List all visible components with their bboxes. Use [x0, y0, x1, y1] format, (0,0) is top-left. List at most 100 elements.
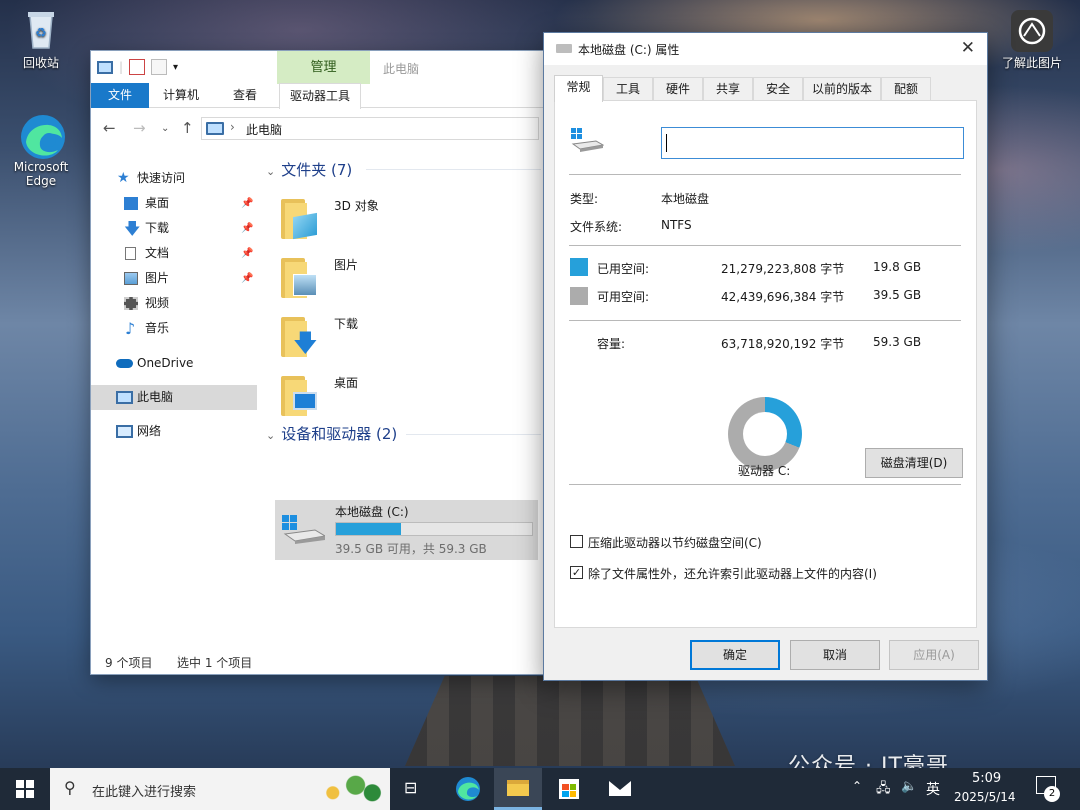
- sidebar-item-documents[interactable]: 文档 📌: [91, 241, 257, 266]
- tab-sharing[interactable]: 共享: [703, 77, 753, 101]
- recycle-bin-shortcut[interactable]: ♻ 回收站: [6, 6, 76, 71]
- taskbar-store[interactable]: [545, 768, 593, 810]
- chevron-up-icon[interactable]: ⌃: [852, 779, 862, 793]
- folder-desktop[interactable]: 桌面: [281, 368, 421, 424]
- cancel-button[interactable]: 取消: [790, 640, 880, 670]
- sidebar-item-quick-access[interactable]: ★ 快速访问: [91, 166, 257, 191]
- ok-button[interactable]: 确定: [690, 640, 780, 670]
- navigation-pane: ★ 快速访问 桌面 📌 🡇 下载 📌 文档 📌 图片 📌 视频 ♪ 音乐 One…: [91, 161, 257, 601]
- status-bar: 9 个项目 | 选中 1 个项目: [91, 648, 547, 674]
- learn-image-label: 了解此图片: [1001, 56, 1062, 70]
- taskbar-search-box[interactable]: ⚲ 在此键入进行搜索: [50, 768, 390, 810]
- used-space-gb: 19.8 GB: [873, 260, 922, 274]
- sidebar-item-downloads[interactable]: 🡇 下载 📌: [91, 216, 257, 241]
- taskbar-mail[interactable]: [596, 768, 644, 810]
- drive-usage-bar: [335, 522, 533, 536]
- up-arrow-icon[interactable]: ↑: [181, 119, 194, 137]
- sidebar-item-videos[interactable]: 视频: [91, 291, 257, 316]
- tab-tools[interactable]: 工具: [603, 77, 653, 101]
- dialog-titlebar[interactable]: 本地磁盘 (C:) 属性 ✕: [544, 33, 987, 65]
- tab-view[interactable]: 查看: [223, 83, 267, 108]
- index-contents-label[interactable]: 除了文件属性外，还允许索引此驱动器上文件的内容(I): [588, 565, 877, 582]
- drive-icon: [570, 127, 605, 155]
- sidebar-item-label: 下载: [145, 221, 170, 235]
- edge-icon: [456, 777, 480, 801]
- disk-cleanup-button[interactable]: 磁盘清理(D): [865, 448, 963, 478]
- compress-drive-label[interactable]: 压缩此驱动器以节约磁盘空间(C): [588, 534, 762, 551]
- index-contents-checkbox[interactable]: ✓: [570, 566, 583, 579]
- pin-icon[interactable]: 📌: [241, 241, 253, 266]
- capacity-gb: 59.3 GB: [873, 335, 922, 349]
- tab-hardware[interactable]: 硬件: [653, 77, 703, 101]
- pc-icon[interactable]: [97, 60, 113, 74]
- folders-group-header[interactable]: ⌄ 文件夹 (7): [266, 159, 352, 180]
- ime-indicator[interactable]: 英: [926, 779, 940, 799]
- sidebar-item-this-pc[interactable]: 此电脑: [91, 385, 257, 410]
- window-title: 此电脑: [383, 62, 420, 76]
- pictures-icon: [293, 274, 317, 296]
- network-icon[interactable]: 🖧: [876, 779, 891, 801]
- tab-security[interactable]: 安全: [753, 77, 803, 101]
- type-value: 本地磁盘: [661, 192, 710, 206]
- close-icon[interactable]: ✕: [961, 38, 975, 58]
- compress-drive-checkbox[interactable]: [570, 535, 583, 548]
- clock-time[interactable]: 5:09: [972, 771, 1001, 786]
- devices-group-header[interactable]: ⌄ 设备和驱动器 (2): [266, 423, 397, 444]
- tab-computer[interactable]: 计算机: [153, 83, 209, 108]
- tab-file[interactable]: 文件: [91, 83, 149, 108]
- drive-c-tile[interactable]: 本地磁盘 (C:) 39.5 GB 可用，共 59.3 GB: [275, 500, 538, 560]
- manage-context-tab[interactable]: 管理: [277, 51, 370, 84]
- drive-icon: [556, 44, 572, 53]
- address-bar[interactable]: › 此电脑: [201, 117, 539, 140]
- download-icon: 🡇: [124, 219, 141, 238]
- sidebar-item-onedrive[interactable]: OneDrive: [91, 351, 257, 376]
- edge-label-line1: Microsoft: [13, 160, 69, 174]
- star-icon: ★: [117, 170, 130, 186]
- tab-previous-versions[interactable]: 以前的版本: [803, 77, 881, 101]
- taskbar-edge[interactable]: [443, 768, 491, 810]
- customize-qat-icon[interactable]: ▾: [173, 62, 178, 73]
- taskbar-file-explorer[interactable]: [494, 768, 542, 810]
- folder-downloads[interactable]: 🡇 下载: [281, 309, 421, 365]
- sidebar-item-desktop[interactable]: 桌面 📌: [91, 191, 257, 216]
- volume-icon[interactable]: 🔈: [901, 779, 917, 794]
- breadcrumb[interactable]: 此电脑: [246, 121, 282, 138]
- pc-icon: [206, 122, 224, 135]
- volume-label-input[interactable]: [661, 127, 964, 159]
- properties-icon[interactable]: [129, 59, 146, 75]
- sidebar-item-pictures[interactable]: 图片 📌: [91, 266, 257, 291]
- tab-general[interactable]: 常规: [554, 75, 603, 102]
- general-tab-panel: 类型: 本地磁盘 文件系统: NTFS 已用空间: 21,279,223,808…: [554, 100, 977, 628]
- folder-pictures[interactable]: 图片: [281, 250, 421, 306]
- sidebar-item-label: OneDrive: [137, 356, 194, 370]
- pin-icon[interactable]: 📌: [241, 266, 253, 291]
- learn-image-shortcut[interactable]: 了解此图片: [994, 10, 1070, 71]
- sidebar-item-network[interactable]: 网络: [91, 419, 257, 444]
- folder-3d-objects[interactable]: 3D 对象: [281, 191, 421, 247]
- breadcrumb-chevron-icon[interactable]: ›: [230, 120, 235, 134]
- free-space-gb: 39.5 GB: [873, 288, 922, 302]
- tab-quota[interactable]: 配额: [881, 77, 931, 101]
- tab-drive-tools[interactable]: 驱动器工具: [279, 83, 362, 109]
- sidebar-item-label: 桌面: [145, 196, 170, 210]
- folder-icon: [281, 254, 317, 298]
- edge-shortcut[interactable]: Microsoft Edge: [6, 112, 76, 188]
- pin-icon[interactable]: 📌: [241, 216, 253, 241]
- filesystem-label: 文件系统:: [570, 220, 623, 234]
- apply-button[interactable]: 应用(A): [889, 640, 979, 670]
- edge-icon: [18, 112, 65, 159]
- task-view-button[interactable]: ⊟: [390, 768, 438, 810]
- new-folder-icon[interactable]: [151, 59, 168, 75]
- forward-arrow-icon[interactable]: →: [133, 119, 146, 137]
- clock-date[interactable]: 2025/5/14: [954, 790, 1016, 804]
- text-caret: [666, 134, 667, 152]
- divider: [569, 245, 961, 246]
- folder-icon: [281, 195, 317, 240]
- pin-icon[interactable]: 📌: [241, 191, 253, 216]
- sidebar-item-music[interactable]: ♪ 音乐: [91, 316, 257, 341]
- windows-start-icon[interactable]: [16, 780, 34, 798]
- folder-name: 图片: [334, 258, 359, 272]
- taskbar: ⚲ 在此键入进行搜索 ⊟ ⌃ 🖧 🔈 英 5:09 2025/5/14 2: [0, 768, 1080, 810]
- recent-locations-icon[interactable]: ⌄: [161, 123, 169, 134]
- back-arrow-icon[interactable]: ←: [103, 119, 116, 137]
